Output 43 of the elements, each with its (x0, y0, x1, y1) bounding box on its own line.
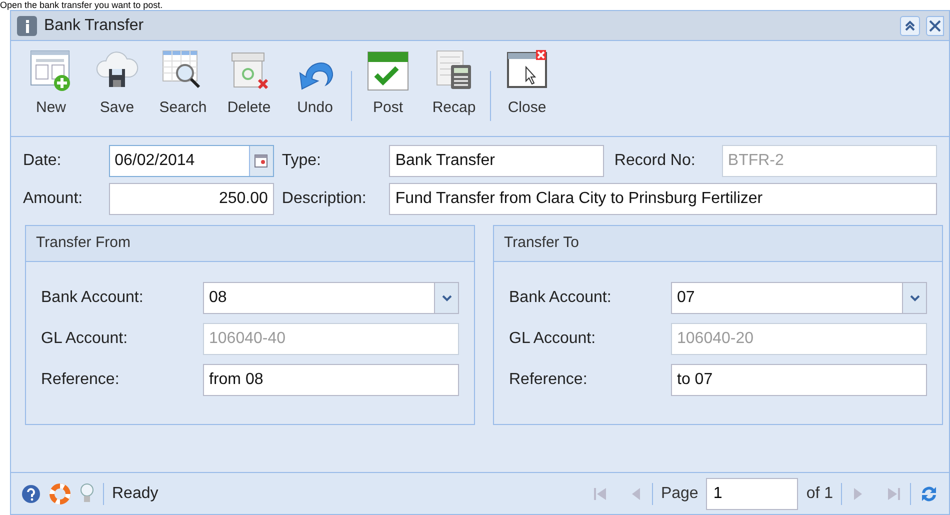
collapse-icon (904, 20, 916, 32)
window-title: Bank Transfer (44, 16, 144, 36)
page-label: Page (660, 484, 698, 504)
page-field[interactable]: 1 (706, 478, 798, 510)
field-label: Bank Account: (41, 288, 144, 308)
help-icon[interactable] (21, 484, 41, 504)
field-label: Reference: (509, 370, 588, 390)
page-count: of 1 (806, 484, 833, 504)
instruction-text: Open the bank transfer you want to post. (0, 0, 164, 10)
lifebuoy-icon[interactable] (49, 482, 71, 504)
status-text: Ready (112, 484, 158, 504)
field-label: GL Account: (509, 329, 597, 349)
field-label: Description: (282, 189, 368, 209)
field-label: GL Account: (41, 329, 129, 349)
close-button[interactable] (926, 16, 944, 36)
amount-field[interactable]: 250.00 (108, 183, 274, 215)
panel-title: Transfer From (36, 233, 130, 254)
text-field[interactable]: from 08 (203, 364, 459, 396)
field-label: Date: (23, 151, 62, 171)
bank-account-dropdown[interactable]: 08 (203, 282, 459, 314)
toolbar-button[interactable]: New (19, 47, 83, 120)
type-field[interactable]: Bank Transfer (389, 145, 604, 177)
panel-title: Transfer To (504, 233, 580, 254)
info-icon (16, 14, 38, 36)
text-field[interactable]: to 07 (671, 364, 927, 396)
toolbar-button[interactable]: Save (85, 47, 149, 120)
toolbar-button[interactable]: Search (151, 47, 215, 120)
field-label: Bank Account: (509, 288, 612, 308)
toolbar-button[interactable]: Delete (217, 47, 281, 120)
field-label: Reference: (41, 370, 120, 390)
field-label: Record No: (614, 151, 696, 171)
bank-account-dropdown[interactable]: 07 (671, 282, 927, 314)
toolbar-button[interactable]: Undo (283, 47, 347, 120)
date-field[interactable]: 06/02/2014 (108, 145, 274, 177)
field-label: Amount: (23, 189, 84, 209)
toolbar-button[interactable]: Recap (422, 47, 486, 120)
field-label: Type: (282, 151, 322, 171)
calendar-icon (254, 154, 268, 168)
close-icon (929, 20, 941, 32)
description-field[interactable]: Fund Transfer from Clara City to Prinsburg Fertilizer (389, 183, 937, 215)
collapse-button[interactable] (900, 16, 920, 36)
toolbar-button[interactable]: Post (356, 47, 420, 120)
toolbar-button[interactable]: Close (495, 47, 559, 120)
